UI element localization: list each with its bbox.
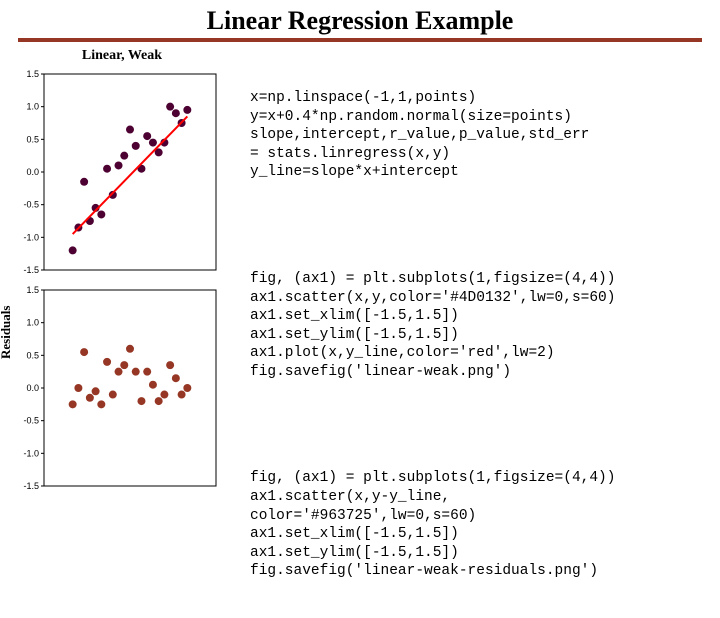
svg-text:1.0: 1.0 xyxy=(26,102,39,112)
svg-text:-1.5: -1.5 xyxy=(23,265,39,275)
residuals-ylabel: Residuals xyxy=(0,306,14,359)
svg-text:-1.0: -1.0 xyxy=(23,448,39,458)
svg-text:1.0: 1.0 xyxy=(26,318,39,328)
svg-text:0.5: 0.5 xyxy=(26,350,39,360)
svg-text:0.0: 0.0 xyxy=(26,167,39,177)
title-rule xyxy=(18,38,702,42)
scatter-chart-title: Linear, Weak xyxy=(12,48,232,64)
svg-text:0.5: 0.5 xyxy=(26,134,39,144)
svg-text:1.5: 1.5 xyxy=(26,69,39,79)
scatter-chart: -1.5 -1.0 -0.5 0.0 0.5 1.0 1.5 xyxy=(12,68,232,278)
svg-text:-1.5: -1.5 xyxy=(23,481,39,491)
charts-column: Linear, Weak -1.5-1.0-0.50.00.51.01.5 Re… xyxy=(12,48,232,618)
svg-text:-0.5: -0.5 xyxy=(23,416,39,426)
code-block-1: x=np.linspace(-1,1,points) y=x+0.4*np.ra… xyxy=(250,89,708,182)
svg-text:1.5: 1.5 xyxy=(26,285,39,295)
svg-text:-0.5: -0.5 xyxy=(23,200,39,210)
residuals-chart: Residuals -1.5-1.0-0.50.00.51.01.5 xyxy=(12,284,232,494)
page-title: Linear Regression Example xyxy=(0,0,720,38)
code-block-2: fig, (ax1) = plt.subplots(1,figsize=(4,4… xyxy=(250,270,708,381)
code-block-3: fig, (ax1) = plt.subplots(1,figsize=(4,4… xyxy=(250,469,708,580)
svg-text:0.0: 0.0 xyxy=(26,383,39,393)
svg-text:-1.0: -1.0 xyxy=(23,232,39,242)
code-column: x=np.linspace(-1,1,points) y=x+0.4*np.ra… xyxy=(250,48,708,618)
